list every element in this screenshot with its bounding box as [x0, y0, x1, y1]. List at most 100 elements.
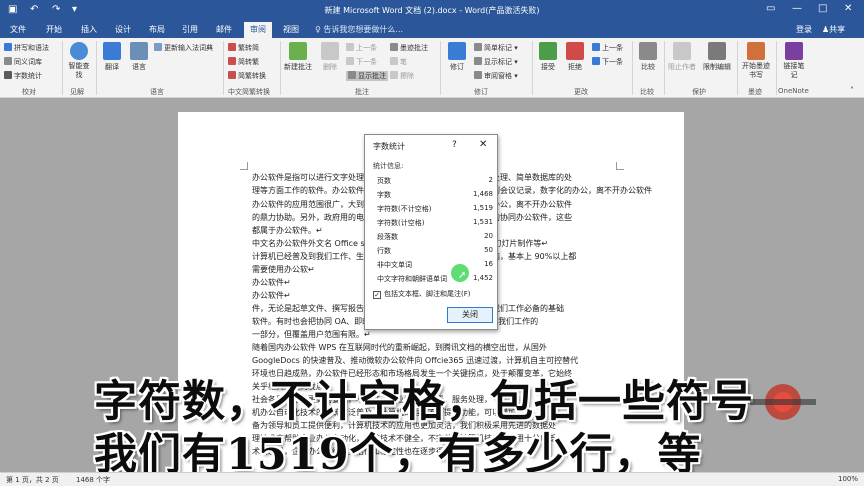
language-button[interactable]: 语言 [126, 42, 152, 72]
translate-button[interactable]: 翻译 [99, 42, 125, 72]
group-label-protect: 保护 [692, 88, 706, 96]
reject-icon [566, 42, 584, 60]
share-button[interactable]: ♟共享 [822, 24, 845, 35]
block-authors-button[interactable]: 阻止作者 [666, 42, 698, 72]
group-label-tracking: 修订 [474, 88, 488, 96]
tab-file[interactable]: 文件 [10, 24, 26, 35]
show-markup-dropdown[interactable]: 显示标记 ▾ [474, 57, 518, 67]
close-dialog-button[interactable]: 关闭 [447, 307, 493, 323]
translate-icon [103, 42, 121, 60]
group-label-language: 语言 [150, 88, 164, 96]
stat-row-lines: 行数 50 [377, 246, 493, 255]
restrict-editing-button[interactable]: 限制编辑 [700, 42, 734, 72]
close-icon[interactable]: ✕ [479, 139, 487, 150]
pen-button[interactable]: 笔 [390, 57, 407, 67]
ink-comment-button[interactable]: 墨迹批注 [390, 43, 428, 53]
reviewing-pane-dropdown[interactable]: 审阅窗格 ▾ [474, 71, 518, 81]
new-comment-button[interactable]: 新建批注 [282, 42, 314, 72]
help-icon[interactable]: ? [452, 140, 457, 150]
minimize-button[interactable]: — [792, 3, 802, 14]
tab-view[interactable]: 视图 [283, 24, 299, 35]
tab-home[interactable]: 开始 [46, 24, 62, 35]
language-icon [130, 42, 148, 60]
doc-line: 需要使用办公软↵ [252, 265, 315, 274]
previous-comment-button[interactable]: 上一条 [346, 43, 377, 53]
tell-me-search[interactable]: ♀ 告诉我您想要做什么... [315, 24, 403, 35]
pen-ink-icon [747, 42, 765, 60]
group-label-onenote: OneNote [778, 87, 809, 95]
previous-comment-icon [346, 43, 354, 51]
tab-design[interactable]: 设计 [115, 24, 131, 35]
stat-row-words: 字数 1,468 [377, 190, 493, 199]
sign-in-link[interactable]: 登录 [796, 24, 812, 35]
group-separator [737, 41, 738, 95]
eraser-button[interactable]: 擦除 [390, 71, 414, 81]
zoom-level[interactable]: 100% [838, 475, 858, 483]
smart-lookup-button[interactable]: 智能查找 [66, 42, 92, 80]
stat-row-chinese-chars: 中文字符和朝鲜语单词 1,452 [377, 274, 493, 283]
group-separator [776, 41, 777, 95]
delete-comment-button[interactable]: 删除 [318, 42, 342, 72]
to-traditional-button[interactable]: 简转繁 [228, 57, 259, 67]
margin-corner-mark [240, 162, 248, 170]
linked-notes-button[interactable]: 链接笔记 [780, 42, 808, 80]
group-separator [280, 41, 281, 95]
tell-me-text: 告诉我您想要做什么... [323, 25, 404, 34]
show-markup-icon [474, 57, 482, 65]
new-comment-icon [289, 42, 307, 60]
group-label-comments: 批注 [355, 88, 369, 96]
group-label-chinese-conversion: 中文简繁转换 [228, 88, 270, 96]
include-textboxes-checkbox[interactable]: ✓ 包括文本框、脚注和尾注(F) [373, 289, 471, 299]
word-count-indicator[interactable]: 1468 个字 [76, 475, 110, 485]
stat-row-pages: 页数 2 [377, 176, 493, 185]
to-simplified-button[interactable]: 繁转简 [228, 43, 259, 53]
next-change-button[interactable]: 下一条 [592, 57, 623, 67]
next-comment-button[interactable]: 下一条 [346, 57, 377, 67]
ribbon-tabs: 文件 开始 插入 设计 布局 引用 邮件 审阅 视图 ♀ 告诉我您想要做什么..… [0, 20, 864, 38]
word-count-dialog: 字数统计 ? ✕ 统计信息: 页数 2 字数 1,468 字符数(不计空格) 1,51… [364, 134, 498, 330]
thesaurus-button[interactable]: 同义词库 [4, 57, 42, 67]
collapse-ribbon-icon[interactable]: ˄ [850, 86, 854, 95]
tab-mailings[interactable]: 邮件 [216, 24, 232, 35]
doc-line: 随着国内办公软件 WPS 在互联网时代的重新崛起，到腾讯文档的横空出世，从国外 [252, 343, 547, 352]
next-comment-icon [346, 57, 354, 65]
close-button[interactable]: ✕ [844, 3, 852, 14]
word-count-button[interactable]: 字数统计 [4, 71, 42, 81]
previous-change-icon [592, 43, 600, 51]
track-changes-button[interactable]: 修订 [444, 42, 470, 72]
ribbon-display-icon[interactable]: ▭ [766, 3, 775, 14]
previous-change-button[interactable]: 上一条 [592, 43, 623, 53]
tab-insert[interactable]: 插入 [81, 24, 97, 35]
group-label-compare: 比较 [640, 88, 654, 96]
update-ime-dictionary-button[interactable]: 更新输入法词典 [154, 43, 213, 53]
chinese-conversion-button[interactable]: 简繁转换 [228, 71, 266, 81]
show-comments-button[interactable]: 显示批注 [346, 71, 388, 81]
ribbon: 拼写和语法 同义词库 字数统计 校对 智能查找 见解 翻译 语言 更新输入法词典… [0, 38, 864, 98]
smart-lookup-icon [70, 42, 88, 60]
doc-line: 办公软件↵ [252, 291, 291, 300]
page-indicator[interactable]: 第 1 页，共 2 页 [6, 475, 59, 485]
markup-icon [474, 43, 482, 51]
tab-layout[interactable]: 布局 [149, 24, 165, 35]
compare-button[interactable]: 比较 [636, 42, 660, 72]
group-separator [223, 41, 224, 95]
ink-comment-icon [390, 43, 398, 51]
group-label-proofing: 校对 [22, 88, 36, 96]
dialog-title: 字数统计 [373, 142, 405, 151]
markup-display-dropdown[interactable]: 简单标记 ▾ [474, 43, 518, 53]
tab-review[interactable]: 审阅 [244, 22, 272, 38]
status-bar: 第 1 页，共 2 页 1468 个字 100% [0, 472, 864, 486]
group-separator [62, 41, 63, 95]
maximize-button[interactable]: □ [818, 3, 827, 14]
checkmark-icon: ✓ [373, 291, 381, 299]
accept-button[interactable]: 接受 [536, 42, 560, 72]
tab-references[interactable]: 引用 [182, 24, 198, 35]
reject-button[interactable]: 拒绝 [563, 42, 587, 72]
eraser-icon [390, 71, 398, 79]
spelling-grammar-button[interactable]: 拼写和语法 [4, 43, 49, 53]
margin-corner-mark [616, 162, 624, 170]
start-inking-button[interactable]: 开始墨迹书写 [739, 42, 773, 80]
word-count-icon [4, 71, 12, 79]
reviewing-pane-icon [474, 71, 482, 79]
doc-line: GoogleDocs 的快速普及、推动微软办公软件向 Offcie365 迅速过… [252, 356, 579, 365]
